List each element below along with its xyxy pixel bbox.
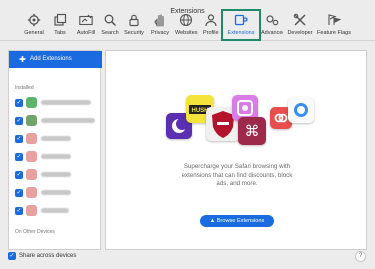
- share-across-devices-label: Share across devices: [19, 253, 77, 259]
- extension-item[interactable]: ✓: [13, 133, 99, 145]
- extension-icons-illustration: HUSH ⌘: [164, 91, 314, 151]
- promo-text: Supercharge your Safari browsing with ex…: [106, 163, 368, 189]
- extension-item[interactable]: ✓: [13, 115, 99, 127]
- toolbar: General Tabs AutoFill Search Security Pr…: [0, 11, 375, 41]
- search-icon: [104, 14, 117, 27]
- lock-icon: [129, 14, 139, 27]
- extension-checkbox[interactable]: ✓: [15, 135, 23, 143]
- tab-developer[interactable]: Developer: [287, 13, 313, 39]
- promo-line-2: extensions that can find discounts, bloc…: [181, 171, 293, 179]
- extension-icon: [26, 97, 37, 108]
- extension-name-blurred: [41, 208, 69, 213]
- tabs-icon: [54, 13, 67, 26]
- extensions-content-panel: HUSH ⌘ Supercharge your Safari browsing …: [105, 50, 367, 250]
- extension-name-blurred: [41, 190, 71, 195]
- title-bar: Extensions: [0, 0, 375, 15]
- flags-icon: [328, 14, 341, 25]
- svg-text:⌘: ⌘: [245, 122, 260, 140]
- autofill-icon: [79, 14, 93, 26]
- extension-item[interactable]: ✓: [13, 205, 99, 217]
- tab-security[interactable]: Security: [123, 13, 145, 39]
- gears-icon: [266, 15, 279, 26]
- tab-profiles-label: Profiles: [203, 30, 219, 36]
- extension-icon: [26, 115, 37, 126]
- tab-advanced-label: Advanced: [261, 30, 283, 36]
- extension-icon: [26, 133, 37, 144]
- browse-extensions-button[interactable]: ▲ Browse Extensions: [200, 215, 274, 227]
- extension-checkbox[interactable]: ✓: [15, 189, 23, 197]
- extensions-tab-highlight: [221, 9, 261, 41]
- command-app-icon: ⌘: [238, 117, 266, 145]
- extension-item[interactable]: ✓: [13, 187, 99, 199]
- tab-feature-flags[interactable]: Feature Flags: [316, 13, 352, 39]
- extension-name-blurred: [41, 100, 91, 105]
- tab-websites-label: Websites: [175, 30, 198, 36]
- tab-security-label: Security: [124, 30, 144, 36]
- extension-checkbox[interactable]: ✓: [15, 171, 23, 179]
- extension-icon: [26, 187, 37, 198]
- tab-general[interactable]: General: [23, 13, 45, 39]
- extension-item[interactable]: ✓: [13, 151, 99, 163]
- person-icon: [205, 14, 217, 27]
- extension-name-blurred: [41, 136, 71, 141]
- extension-name-blurred: [41, 172, 71, 177]
- add-extensions-button[interactable]: ✚ Add Extensions: [9, 51, 102, 68]
- extension-icon: [26, 205, 37, 216]
- promo-line-3: ads, and more.: [216, 180, 258, 187]
- extension-name-blurred: [41, 154, 71, 159]
- other-devices-section-label: On Other Devices: [15, 229, 55, 235]
- tab-autofill[interactable]: AutoFill: [75, 13, 97, 39]
- promo-line-1: Supercharge your Safari browsing with: [183, 163, 291, 170]
- gear-icon: [27, 13, 41, 27]
- extension-icon: [26, 169, 37, 180]
- tab-feature-flags-label: Feature Flags: [317, 30, 351, 36]
- plus-icon: ✚: [19, 55, 26, 64]
- extension-checkbox[interactable]: ✓: [15, 207, 23, 215]
- footer: ✓ Share across devices ?: [0, 248, 375, 269]
- tab-search[interactable]: Search: [101, 13, 119, 39]
- hand-icon: [154, 14, 164, 27]
- share-across-devices-checkbox[interactable]: ✓: [8, 252, 16, 260]
- wrench-icon: [293, 13, 306, 26]
- extension-item[interactable]: ✓: [13, 169, 99, 181]
- globe-icon: [179, 13, 193, 27]
- preferences-window: Extensions General Tabs AutoFill Search …: [0, 0, 375, 269]
- extension-checkbox[interactable]: ✓: [15, 117, 23, 125]
- extension-name-blurred: [41, 118, 95, 123]
- extensions-sidebar: ✚ Add Extensions Installed ✓ ✓ ✓ ✓ ✓ ✓ ✓…: [8, 50, 102, 250]
- main-area: ✚ Add Extensions Installed ✓ ✓ ✓ ✓ ✓ ✓ ✓…: [0, 42, 375, 269]
- help-button[interactable]: ?: [355, 251, 366, 262]
- tab-privacy[interactable]: Privacy: [150, 13, 170, 39]
- add-extensions-label: Add Extensions: [30, 56, 72, 62]
- extension-icon: [26, 151, 37, 162]
- tab-general-label: General: [24, 30, 44, 36]
- tab-tabs-label: Tabs: [54, 30, 66, 36]
- tab-websites[interactable]: Websites: [175, 13, 198, 39]
- browse-extensions-label: Browse Extensions: [216, 218, 265, 224]
- tab-privacy-label: Privacy: [150, 30, 170, 36]
- tab-profiles[interactable]: Profiles: [203, 13, 219, 39]
- tab-search-label: Search: [101, 30, 119, 36]
- extension-checkbox[interactable]: ✓: [15, 153, 23, 161]
- tab-developer-label: Developer: [287, 30, 313, 36]
- extension-checkbox[interactable]: ✓: [15, 99, 23, 107]
- tab-autofill-label: AutoFill: [76, 30, 96, 36]
- tab-tabs[interactable]: Tabs: [51, 13, 69, 39]
- installed-section-label: Installed: [15, 85, 34, 91]
- search-app-icon: [288, 97, 314, 123]
- app-store-icon: ▲: [209, 218, 217, 224]
- extension-item[interactable]: ✓: [13, 97, 99, 109]
- tab-advanced[interactable]: Advanced: [261, 13, 283, 39]
